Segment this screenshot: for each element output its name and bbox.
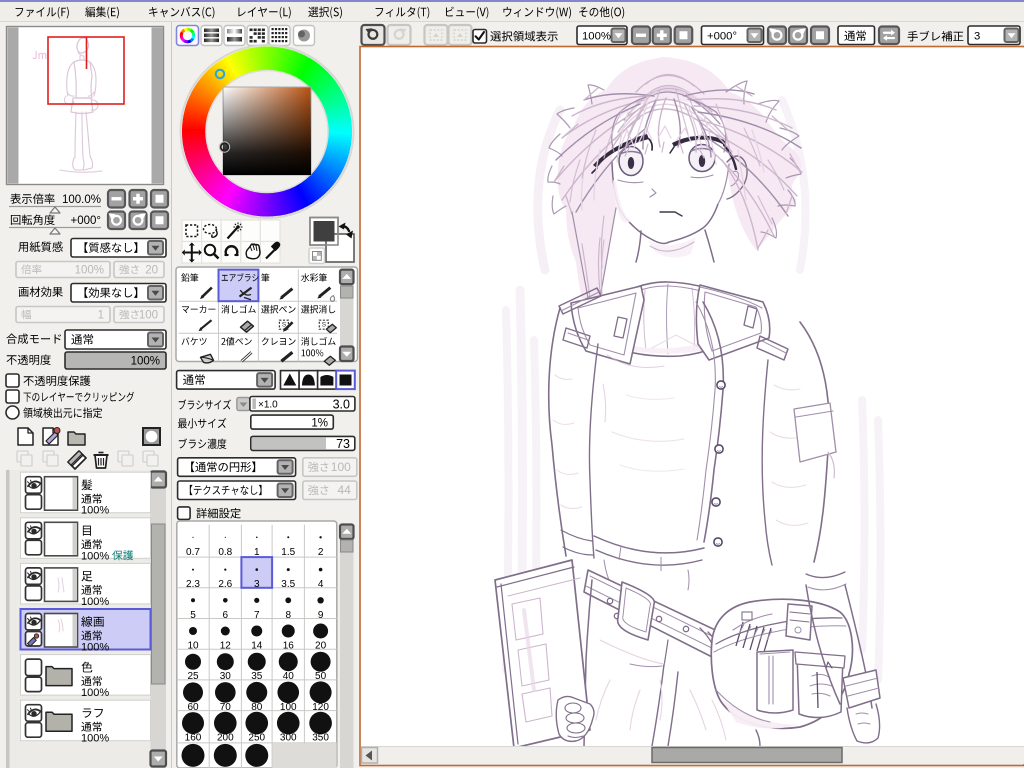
svg-text:3.5: 3.5: [281, 579, 295, 590]
svg-text:1: 1: [254, 547, 260, 558]
svg-text:2.3: 2.3: [186, 579, 200, 590]
svg-text:3: 3: [254, 579, 260, 590]
svg-text:250: 250: [248, 733, 265, 744]
svg-text:100: 100: [139, 309, 158, 321]
svg-text:200: 200: [217, 733, 234, 744]
svg-text:80: 80: [251, 702, 263, 713]
svg-text:25: 25: [187, 671, 199, 682]
svg-text:7: 7: [254, 610, 260, 621]
svg-text:73: 73: [336, 437, 350, 451]
svg-text:70: 70: [220, 702, 232, 713]
svg-text:350: 350: [312, 733, 329, 744]
svg-text:14: 14: [251, 641, 263, 652]
svg-text:20: 20: [145, 264, 158, 276]
svg-text:35: 35: [251, 671, 263, 682]
svg-text:100: 100: [280, 702, 297, 713]
svg-text:9: 9: [318, 610, 324, 621]
svg-text:100%: 100%: [81, 505, 109, 517]
svg-text:100%: 100%: [81, 733, 109, 745]
svg-text:S: S: [322, 322, 327, 329]
svg-text:1%: 1%: [311, 418, 328, 430]
svg-text:100%: 100%: [75, 264, 104, 276]
svg-text:120: 120: [312, 702, 329, 713]
svg-text:60: 60: [187, 702, 199, 713]
svg-text:40: 40: [283, 671, 295, 682]
svg-text:3.0: 3.0: [333, 398, 350, 412]
svg-text:100: 100: [331, 460, 351, 474]
svg-text:5: 5: [190, 610, 196, 621]
svg-text:100%: 100%: [81, 596, 109, 608]
svg-text:+000°: +000°: [70, 215, 101, 227]
svg-text:100%: 100%: [131, 356, 160, 368]
svg-text:44: 44: [337, 483, 351, 497]
svg-text:20: 20: [315, 641, 327, 652]
svg-text:0.7: 0.7: [186, 547, 200, 558]
svg-text:100%: 100%: [81, 550, 109, 562]
svg-text:10: 10: [187, 641, 199, 652]
svg-text:100%: 100%: [582, 31, 611, 43]
svg-text:×1.0: ×1.0: [258, 400, 278, 411]
svg-text:8: 8: [285, 610, 291, 621]
svg-text:+000°: +000°: [707, 31, 737, 43]
svg-text:2: 2: [318, 547, 324, 558]
svg-text:1.5: 1.5: [281, 547, 295, 558]
svg-text:50: 50: [315, 671, 327, 682]
svg-text:100%: 100%: [81, 687, 109, 699]
svg-text:160: 160: [185, 733, 202, 744]
svg-text:100.0%: 100.0%: [62, 194, 101, 206]
svg-text:4: 4: [318, 579, 324, 590]
svg-text:12: 12: [220, 641, 232, 652]
svg-text:300: 300: [280, 733, 297, 744]
svg-text:6: 6: [223, 610, 229, 621]
svg-text:100%: 100%: [81, 642, 109, 654]
svg-text:0.8: 0.8: [218, 547, 232, 558]
svg-text:16: 16: [283, 641, 295, 652]
svg-text:30: 30: [220, 671, 232, 682]
svg-text:1: 1: [98, 309, 104, 321]
svg-text:3: 3: [974, 31, 980, 43]
svg-text:2.6: 2.6: [218, 579, 232, 590]
